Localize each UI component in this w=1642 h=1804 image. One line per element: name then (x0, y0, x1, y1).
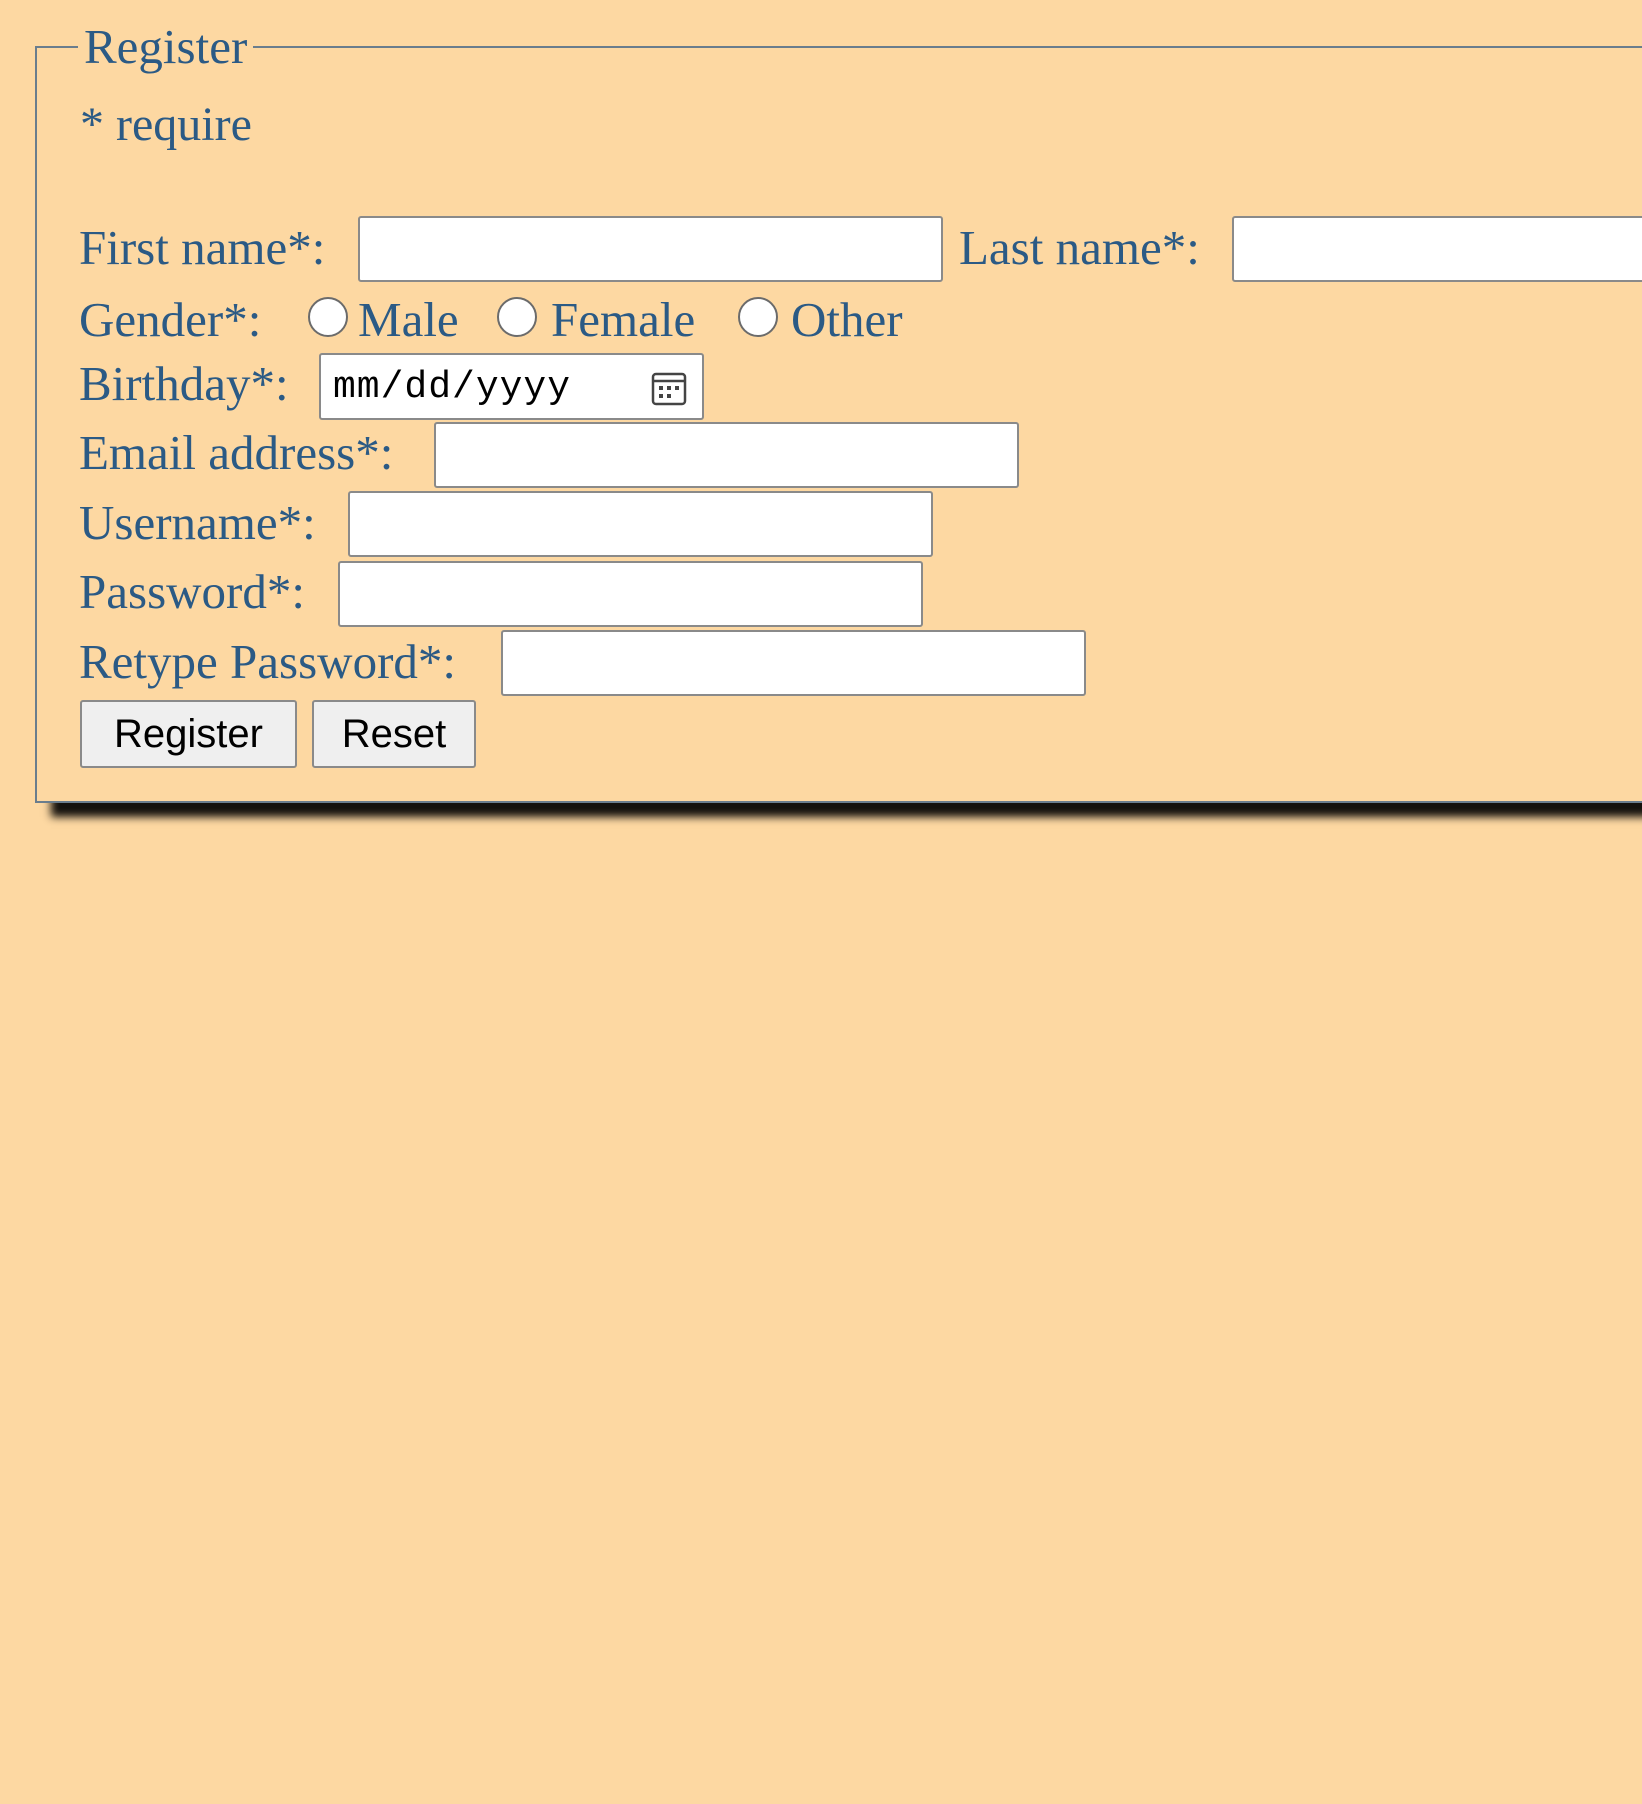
birthday-label: Birthday*: (79, 356, 289, 411)
birthday-placeholder: mm/dd/yyyy (333, 366, 572, 409)
username-label: Username*: (79, 495, 316, 550)
email-label: Email address*: (79, 425, 394, 480)
gender-other-label[interactable]: Other (791, 291, 903, 349)
gender-male-label[interactable]: Male (358, 291, 459, 349)
last-name-field[interactable] (1232, 216, 1642, 282)
fieldset-legend: Register (78, 18, 254, 76)
username-field[interactable] (348, 491, 933, 557)
retype-password-field[interactable] (501, 630, 1086, 696)
password-label: Password*: (79, 564, 305, 619)
reset-button[interactable]: Reset (312, 700, 476, 768)
retype-password-label: Retype Password*: (79, 634, 456, 689)
gender-male-radio[interactable] (308, 297, 348, 337)
first-name-label: First name*: (79, 220, 326, 275)
gender-female-label[interactable]: Female (551, 291, 695, 349)
gender-female-radio[interactable] (497, 297, 537, 337)
email-field[interactable] (434, 422, 1019, 488)
gender-label: Gender*: (79, 292, 262, 347)
password-field[interactable] (338, 561, 923, 627)
last-name-label: Last name*: (959, 220, 1200, 275)
register-button[interactable]: Register (80, 700, 297, 768)
birthday-date-field[interactable]: mm/dd/yyyy (319, 353, 704, 420)
first-name-field[interactable] (358, 216, 943, 282)
gender-other-radio[interactable] (738, 297, 778, 337)
calendar-icon[interactable] (650, 369, 688, 407)
required-note: * require (80, 98, 252, 151)
